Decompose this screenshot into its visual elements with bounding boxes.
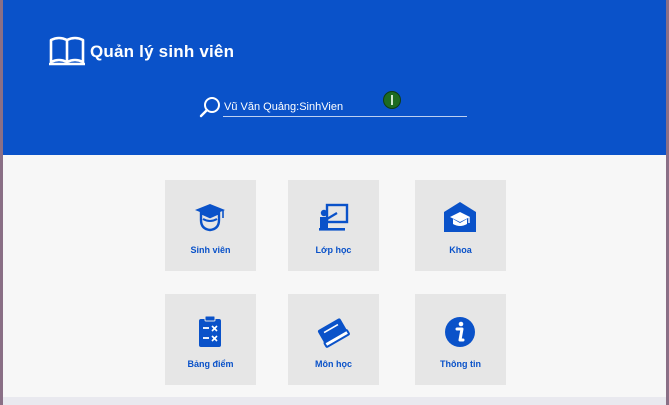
faculty-school-icon	[444, 202, 476, 232]
tile-label: Bảng điểm	[187, 359, 234, 369]
gradebook-clipboard-icon	[199, 315, 221, 347]
header: Quản lý sinh viên	[3, 0, 666, 155]
tile-mon-hoc[interactable]: Môn học	[288, 294, 379, 385]
tile-label: Khoa	[449, 245, 472, 255]
tile-khoa[interactable]: Khoa	[415, 180, 506, 271]
tile-sinh-vien[interactable]: Sinh viên	[165, 180, 256, 271]
open-book-icon	[49, 36, 85, 66]
student-graduate-icon	[195, 204, 225, 232]
tile-label: Thông tin	[440, 359, 481, 369]
subject-book-icon	[317, 318, 350, 348]
tile-bang-diem[interactable]: Bảng điểm	[165, 294, 256, 385]
bottom-edge	[3, 397, 666, 405]
info-icon	[445, 317, 475, 347]
search-icon[interactable]	[199, 96, 221, 118]
app-title: Quản lý sinh viên	[90, 42, 235, 61]
tile-label: Môn học	[315, 359, 352, 369]
search-input[interactable]	[223, 97, 467, 117]
mouse-cursor-indicator	[383, 91, 401, 109]
tile-label: Lớp học	[315, 245, 352, 255]
tile-thong-tin[interactable]: Thông tin	[415, 294, 506, 385]
classroom-teacher-icon	[319, 203, 349, 231]
tile-label: Sinh viên	[190, 245, 231, 255]
tile-lop-hoc[interactable]: Lớp học	[288, 180, 379, 271]
app-window: Quản lý sinh viên Sinh viên Lớp học	[3, 0, 666, 405]
